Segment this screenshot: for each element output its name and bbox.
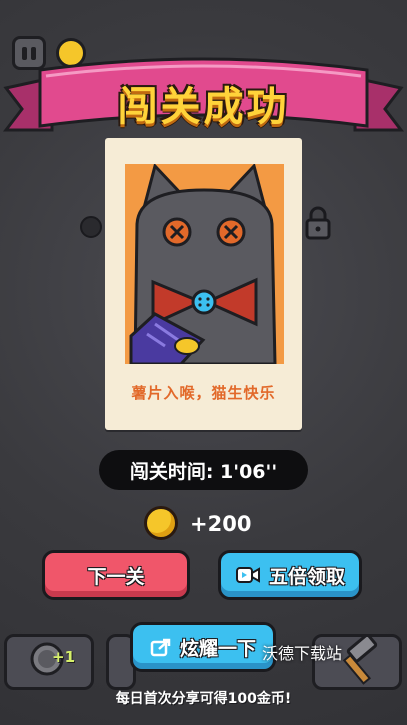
next-level-label: 下一关 [87,565,145,588]
tool-slot-1[interactable] [4,634,94,690]
reward-card: 薯片入喉，猫生快乐 [105,138,302,430]
share-tip: 每日首次分享可得100金币! [115,691,292,707]
magnifier-icon [30,642,64,676]
share-button[interactable]: 炫耀一下 [130,622,276,672]
watermark: 沃德下载站 [262,644,343,663]
five-times-label: 五倍领取 [268,565,345,588]
card-caption: 薯片入喉，猫生快乐 [131,384,276,402]
clear-time: 闯关时间: 1'06'' [99,450,308,490]
share-label: 炫耀一下 [179,637,256,660]
lock-icon [305,206,331,240]
banner-title: 闯关成功 [117,84,290,130]
five-times-reward-button[interactable]: 五倍领取 [218,550,362,600]
success-banner: 闯关成功 [0,30,407,140]
decor-dot [80,216,102,238]
tool-count-badge: +1 [52,648,76,666]
next-level-button[interactable]: 下一关 [42,550,190,600]
cat-illustration [125,164,284,364]
reward-amount: +200 [190,512,252,536]
coin-icon [144,506,178,540]
share-icon [150,638,171,657]
video-icon [235,567,260,583]
